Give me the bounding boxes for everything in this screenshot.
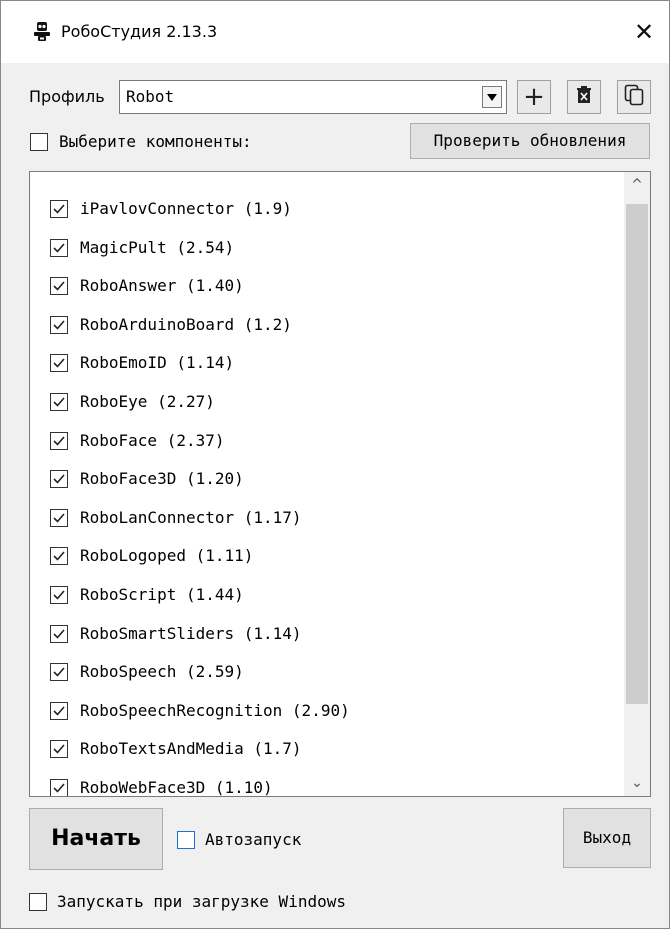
component-checkbox[interactable]	[50, 663, 68, 682]
component-label: RoboScript (1.44)	[80, 585, 244, 604]
components-list[interactable]: iPavlovConnector (1.9) MagicPult (2.54) Ro…	[29, 171, 651, 797]
component-checkbox[interactable]	[50, 393, 68, 411]
copy-profile-button[interactable]	[617, 80, 651, 114]
autostart-label: Автозапуск	[205, 830, 302, 849]
robostudio-window: РобоСтудия 2.13.3 ✕ Профиль Robot + Выбе…	[0, 0, 670, 929]
close-button[interactable]: ✕	[619, 1, 669, 63]
delete-icon	[575, 85, 593, 109]
component-label: RoboEmoID (1.14)	[80, 353, 235, 373]
scroll-thumb[interactable]	[626, 204, 648, 704]
check-updates-button[interactable]: Проверить обновления	[410, 123, 650, 159]
component-checkbox[interactable]	[50, 200, 68, 218]
window-title: РобоСтудия 2.13.3	[61, 22, 218, 41]
component-label: RoboAnswer (1.40)	[80, 276, 244, 296]
plus-icon: +	[523, 82, 545, 112]
scrollbar[interactable]: ^ ⌄	[624, 172, 650, 796]
copy-icon	[624, 84, 644, 110]
component-checkbox[interactable]	[50, 701, 68, 720]
close-icon: ✕	[633, 18, 655, 46]
component-checkbox[interactable]	[50, 238, 68, 257]
component-label: RoboFace (2.37)	[80, 430, 225, 450]
component-checkbox[interactable]	[50, 740, 68, 759]
component-label: RoboSmartSliders (1.14)	[80, 623, 302, 643]
exit-button[interactable]: Выход	[563, 808, 651, 868]
component-label: RoboLanConnector (1.17)	[80, 507, 302, 527]
profile-dropdown[interactable]: Robot	[119, 80, 507, 114]
component-checkbox[interactable]	[50, 586, 68, 604]
title-bar[interactable]: РобоСтудия 2.13.3 ✕	[1, 1, 669, 63]
component-checkbox[interactable]	[50, 547, 68, 566]
delete-profile-button[interactable]	[567, 80, 601, 114]
run-on-windows-start-checkbox[interactable]	[29, 893, 47, 911]
profile-label: Профиль	[29, 87, 105, 106]
component-checkbox[interactable]	[50, 277, 68, 296]
component-checkbox[interactable]	[50, 779, 68, 796]
run-on-windows-start-label: Запускать при загрузке Windows	[57, 892, 346, 911]
component-checkbox[interactable]	[50, 508, 68, 527]
component-checkbox[interactable]	[50, 624, 68, 643]
scroll-up-arrow[interactable]: ^	[624, 172, 650, 198]
add-profile-button[interactable]: +	[517, 80, 551, 114]
chevron-down-icon[interactable]	[482, 86, 502, 108]
start-button[interactable]: Начать	[29, 808, 163, 870]
component-label: RoboTextsAndMedia (1.7)	[80, 739, 302, 759]
component-checkbox[interactable]	[50, 315, 68, 334]
component-label: RoboFace3D (1.20)	[80, 469, 244, 489]
component-label: RoboEye (2.27)	[80, 392, 215, 411]
component-checkbox[interactable]	[50, 354, 68, 373]
select-all-label: Выберите компоненты:	[59, 132, 252, 151]
scroll-down-arrow[interactable]: ⌄	[624, 770, 650, 796]
robot-icon	[31, 21, 53, 43]
component-label: RoboSpeechRecognition (2.90)	[80, 700, 350, 720]
component-label: RoboLogoped (1.11)	[80, 546, 254, 566]
component-checkbox[interactable]	[50, 431, 68, 450]
component-checkbox[interactable]	[50, 470, 68, 489]
autostart-checkbox[interactable]	[177, 831, 195, 849]
component-label: RoboArduinoBoard (1.2)	[80, 314, 292, 334]
select-all-checkbox[interactable]	[30, 133, 48, 151]
component-label: iPavlovConnector (1.9)	[80, 199, 292, 218]
component-label: MagicPult (2.54)	[80, 237, 235, 257]
component-label: RoboSpeech (2.59)	[80, 662, 244, 682]
profile-selected-value: Robot	[126, 87, 175, 106]
component-label: RoboWebFace3D (1.10)	[80, 778, 273, 797]
